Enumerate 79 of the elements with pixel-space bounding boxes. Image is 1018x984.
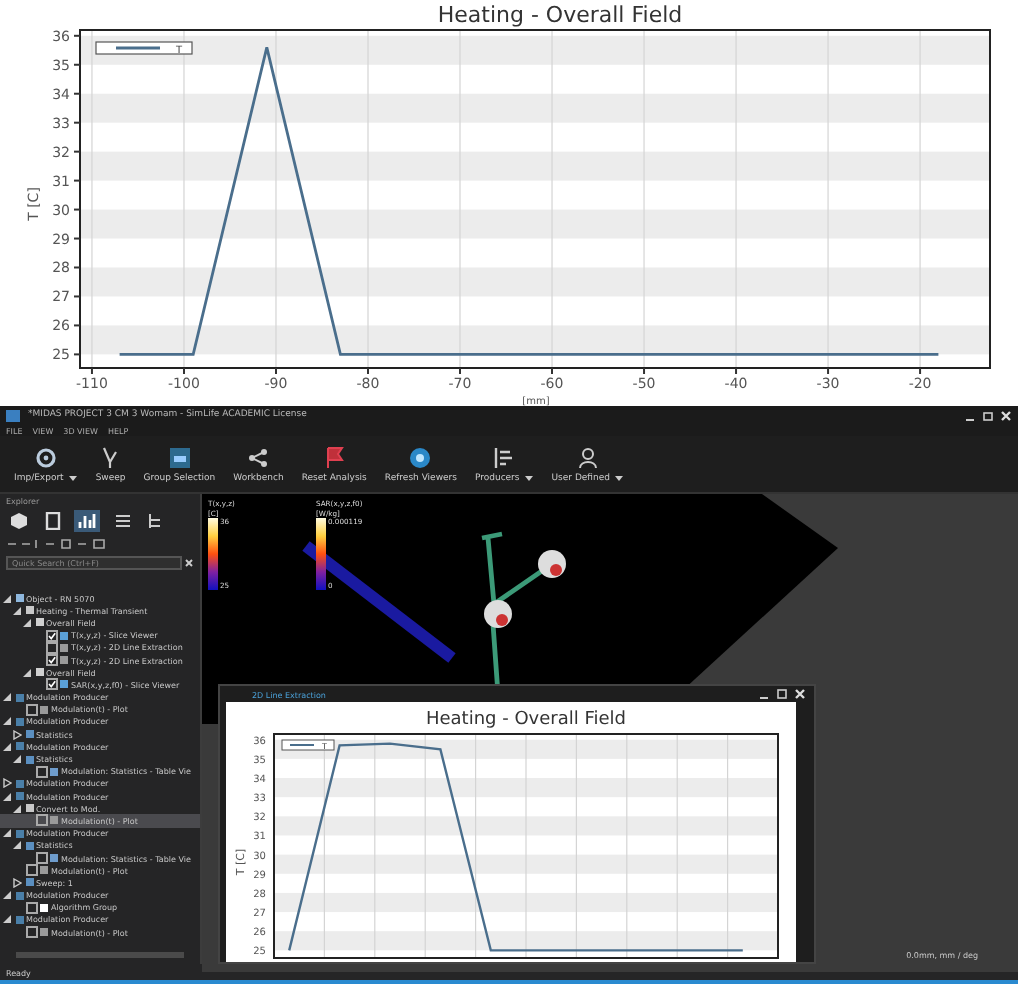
stats-icon	[25, 878, 33, 887]
plot-icon	[40, 705, 48, 714]
caret-icon	[67, 474, 78, 482]
close-icon[interactable]	[1000, 409, 1012, 421]
checkbox[interactable]	[35, 814, 47, 827]
panel-tab[interactable]	[74, 510, 100, 532]
object-icon	[15, 594, 23, 603]
expander-icon[interactable]	[2, 778, 12, 789]
panel-tab[interactable]	[6, 510, 32, 532]
plot-icon	[40, 928, 48, 937]
stats-icon	[25, 730, 33, 739]
stats-icon	[25, 755, 33, 764]
checkbox[interactable]	[25, 703, 37, 716]
tree-tools-icon[interactable]	[6, 538, 110, 550]
checkbox[interactable]	[25, 926, 37, 939]
clear-icon[interactable]	[184, 558, 194, 568]
checkbox[interactable]	[25, 901, 37, 914]
producer-icon	[15, 891, 23, 900]
colorbar-gradient	[316, 518, 326, 590]
expander-icon[interactable]	[2, 890, 12, 901]
table-icon	[50, 767, 58, 776]
checkbox[interactable]	[25, 864, 37, 877]
plot-icon	[50, 816, 58, 825]
panel-tab[interactable]	[40, 510, 66, 532]
checkbox[interactable]	[45, 641, 57, 654]
expander-icon[interactable]	[22, 617, 32, 628]
algorithm-icon	[40, 903, 48, 912]
user-icon	[575, 445, 600, 469]
checkbox[interactable]	[45, 654, 57, 667]
checkbox[interactable]	[45, 629, 57, 642]
expander-icon[interactable]	[2, 828, 12, 839]
group-icon	[167, 445, 192, 469]
close-icon[interactable]	[794, 688, 806, 700]
expander-icon[interactable]	[2, 692, 12, 703]
expander-icon[interactable]	[12, 840, 22, 851]
expander-icon[interactable]	[12, 754, 22, 765]
expander-icon[interactable]	[12, 803, 22, 814]
chart-title: Heating - Overall Field	[425, 710, 627, 730]
fork-icon[interactable]	[146, 512, 164, 530]
expander-icon[interactable]	[2, 741, 12, 752]
expander-icon[interactable]	[2, 791, 12, 802]
checkbox[interactable]	[45, 678, 57, 691]
gear-icon	[33, 445, 58, 469]
share-icon	[246, 445, 271, 469]
producer-icon	[15, 693, 23, 702]
app-logo-icon	[6, 409, 20, 421]
producer-icon	[15, 717, 23, 726]
sweep-icon	[98, 445, 123, 469]
expander-icon[interactable]	[2, 593, 12, 604]
field-icon	[35, 618, 43, 627]
caret-icon	[523, 474, 534, 482]
expander-icon[interactable]	[12, 877, 22, 888]
expander-icon[interactable]	[12, 605, 22, 616]
field-icon	[35, 668, 43, 677]
expander-icon[interactable]	[22, 667, 32, 678]
expander-icon[interactable]	[2, 914, 12, 925]
checkbox[interactable]	[35, 852, 47, 865]
table-icon	[50, 854, 58, 863]
stats-icon	[25, 841, 33, 850]
plot-icon	[40, 866, 48, 875]
checkbox[interactable]	[35, 765, 47, 778]
maximize-icon[interactable]	[776, 688, 788, 700]
producer-icon	[15, 829, 23, 838]
expander-icon[interactable]	[12, 729, 22, 740]
producer-icon	[15, 915, 23, 924]
analysis-icon	[25, 606, 33, 615]
analysis-icon	[25, 804, 33, 813]
colorbar-gradient	[208, 518, 218, 590]
slice-icon	[60, 631, 68, 640]
expander-icon[interactable]	[2, 716, 12, 727]
refresh-icon	[408, 445, 433, 469]
caret-icon	[614, 474, 624, 482]
sliders-icon[interactable]	[114, 512, 132, 530]
chart-title: Heating - Overall Field	[437, 2, 683, 28]
bars-icon	[492, 445, 517, 469]
slice-icon	[60, 680, 68, 689]
producer-icon	[15, 742, 23, 751]
restore-icon[interactable]	[982, 409, 994, 421]
flag-icon	[322, 445, 347, 469]
